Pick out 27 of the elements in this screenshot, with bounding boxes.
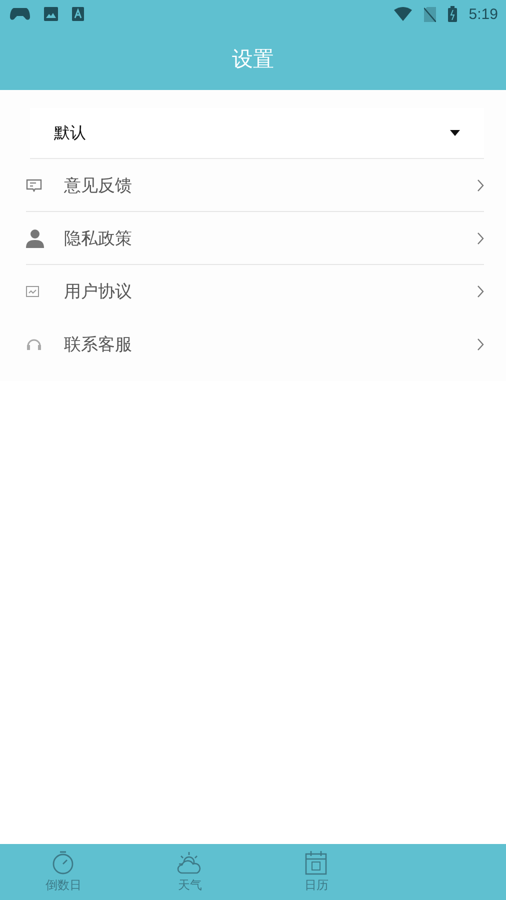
chevron-right-icon xyxy=(477,338,484,350)
battery-icon xyxy=(448,6,457,22)
tab-label: 倒数日 xyxy=(45,876,82,894)
image-icon xyxy=(44,7,58,21)
person-icon xyxy=(26,228,44,248)
font-icon xyxy=(72,7,84,21)
wifi-icon xyxy=(394,7,412,21)
message-icon xyxy=(26,178,42,192)
no-sim-icon xyxy=(424,6,436,22)
gamepad-icon xyxy=(10,7,30,21)
menu-item[interactable]: 隐私政策 xyxy=(26,212,484,265)
calendar-icon xyxy=(305,850,328,874)
weather-icon xyxy=(176,850,203,874)
tab-label: 日历 xyxy=(304,876,328,894)
document-icon xyxy=(26,286,39,296)
headset-icon xyxy=(26,338,42,350)
chevron-right-icon xyxy=(477,284,484,298)
clock-time: 5:19 xyxy=(468,6,498,22)
chevron-right-icon xyxy=(477,178,484,192)
menu-item[interactable]: 用户协议 xyxy=(26,265,484,318)
dropdown-arrow-icon xyxy=(450,130,460,136)
tab-label: 天气 xyxy=(178,876,202,894)
menu-item[interactable]: 意见反馈 xyxy=(26,159,484,212)
stopwatch-icon xyxy=(52,850,74,874)
page-title: 设置 xyxy=(232,46,274,73)
chevron-right-icon xyxy=(477,232,484,244)
menu-item[interactable]: 联系客服 xyxy=(26,318,484,371)
